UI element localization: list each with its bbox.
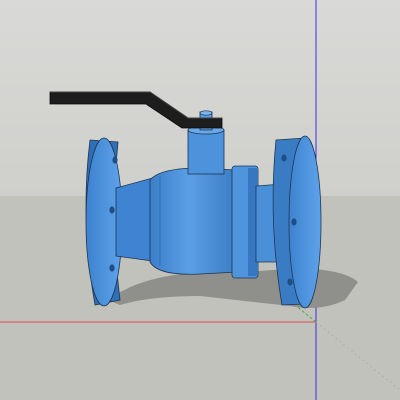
sketchup-viewport[interactable] [0,0,400,400]
body-collar [231,165,259,279]
model-scene[interactable] [0,0,400,400]
right-flange[interactable] [272,135,322,309]
valve-body[interactable] [149,167,239,275]
